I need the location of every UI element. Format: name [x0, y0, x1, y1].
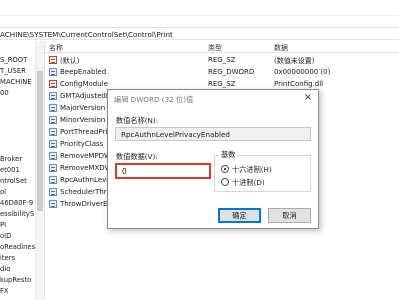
- column-header-data[interactable]: 数据: [274, 43, 288, 53]
- base-label: 基数: [219, 150, 238, 160]
- edit-dword-dialog: 编辑 DWORD (32 位)值 × 数值名称(N): RpcAuthnLeve…: [107, 89, 319, 229]
- tree-item[interactable]: dio: [0, 264, 10, 274]
- value-name: MajorVersion: [60, 104, 106, 112]
- value-name: RpcAuthnLevelP: [60, 176, 112, 184]
- tree-item[interactable]: essibilityS: [0, 209, 34, 219]
- dialog-title: 编辑 DWORD (32 位)值: [114, 95, 194, 104]
- binary-value-icon: [49, 176, 57, 184]
- tree-item[interactable]: et001: [0, 165, 20, 175]
- tree-item[interactable]: PI: [0, 220, 6, 230]
- list-row[interactable]: (默认) REG_SZ (数值未设置): [45, 55, 399, 66]
- value-name: ConfigModule: [60, 80, 108, 88]
- value-type: REG_SZ: [208, 56, 236, 64]
- value-type: REG_SZ: [208, 80, 236, 88]
- value-name: BeepEnabled: [60, 68, 107, 76]
- tree-item[interactable]: ntrolSet: [0, 176, 27, 186]
- value-name: MinorVersion: [60, 116, 106, 124]
- binary-value-icon: [49, 68, 57, 76]
- value-name: GMTAdjustedFo: [60, 92, 112, 100]
- tree-item[interactable]: S_ROOT: [0, 55, 27, 65]
- hex-radio[interactable]: [221, 165, 229, 173]
- scrollbar-thumb[interactable]: [37, 71, 43, 211]
- column-header-type[interactable]: 类型: [208, 43, 222, 53]
- value-type: REG_DWORD: [208, 68, 255, 76]
- value-data-label: 数值数据(V):: [116, 152, 158, 161]
- binary-value-icon: [49, 164, 57, 172]
- value-data: (数值未设置): [274, 57, 315, 65]
- binary-value-icon: [49, 140, 57, 148]
- value-name: RemoveMXDW: [60, 164, 112, 172]
- list-row[interactable]: BeepEnabled REG_DWORD 0x00000000 (0): [45, 67, 399, 78]
- value-name: RemoveMPDW: [60, 152, 111, 160]
- binary-value-icon: [49, 128, 57, 136]
- address-bar[interactable]: ACHINE\SYSTEM\CurrentControlSet\Control\…: [0, 27, 399, 40]
- cancel-button[interactable]: 取消: [268, 208, 311, 223]
- tree-item[interactable]: oID: [0, 231, 11, 241]
- value-name: (默认): [60, 57, 80, 65]
- value-name-text: RpcAuthnLevelPrivacyEnabled: [121, 130, 230, 139]
- value-name: ThrowDriverExc: [60, 200, 112, 208]
- binary-value-icon: [49, 104, 57, 112]
- value-name-label: 数值名称(N):: [116, 116, 159, 125]
- tree-scrollbar[interactable]: [35, 41, 44, 300]
- binary-value-icon: [49, 200, 57, 208]
- tree-item[interactable]: iters: [0, 253, 15, 263]
- dec-radio-label[interactable]: 十进制(D): [232, 178, 265, 188]
- tree-item[interactable]: oReadines: [0, 242, 35, 252]
- tree-item[interactable]: FX: [0, 286, 9, 296]
- value-data: 0x00000000 (0): [274, 68, 331, 76]
- string-value-icon: [49, 80, 57, 88]
- binary-value-icon: [49, 188, 57, 196]
- dec-radio[interactable]: [221, 178, 229, 186]
- value-name-field: RpcAuthnLevelPrivacyEnabled: [115, 127, 311, 141]
- address-path: ACHINE\SYSTEM\CurrentControlSet\Control\…: [0, 30, 173, 39]
- tree-item[interactable]: 46D80F-9: [0, 198, 33, 208]
- value-data-text: 0: [122, 167, 127, 176]
- tree-item[interactable]: T_USER: [0, 66, 26, 76]
- menu-bar: [0, 0, 399, 16]
- value-data-input[interactable]: 0: [115, 163, 211, 179]
- ok-button[interactable]: 确定: [218, 208, 261, 223]
- hex-radio-label[interactable]: 十六进制(H): [232, 165, 272, 175]
- binary-value-icon: [49, 152, 57, 160]
- column-header-name[interactable]: 名称: [49, 43, 63, 53]
- string-value-icon: [49, 56, 57, 64]
- value-name: PriorityClass: [60, 140, 104, 148]
- tree-item[interactable]: MACHINE: [0, 77, 32, 87]
- value-data: PrintConfig.dll: [274, 80, 324, 88]
- tree-item[interactable]: kupResto: [0, 275, 31, 285]
- tree-item[interactable]: Broker: [0, 154, 22, 164]
- tree-item[interactable]: ol: [0, 187, 6, 197]
- binary-value-icon: [49, 92, 57, 100]
- close-icon[interactable]: ×: [304, 93, 312, 103]
- tree-item[interactable]: 00: [0, 88, 9, 98]
- binary-value-icon: [49, 116, 57, 124]
- value-name: PortThreadPrior: [60, 128, 112, 136]
- list-header: 名称 类型 数据: [45, 41, 399, 53]
- value-name: SchedulerThread: [60, 188, 112, 196]
